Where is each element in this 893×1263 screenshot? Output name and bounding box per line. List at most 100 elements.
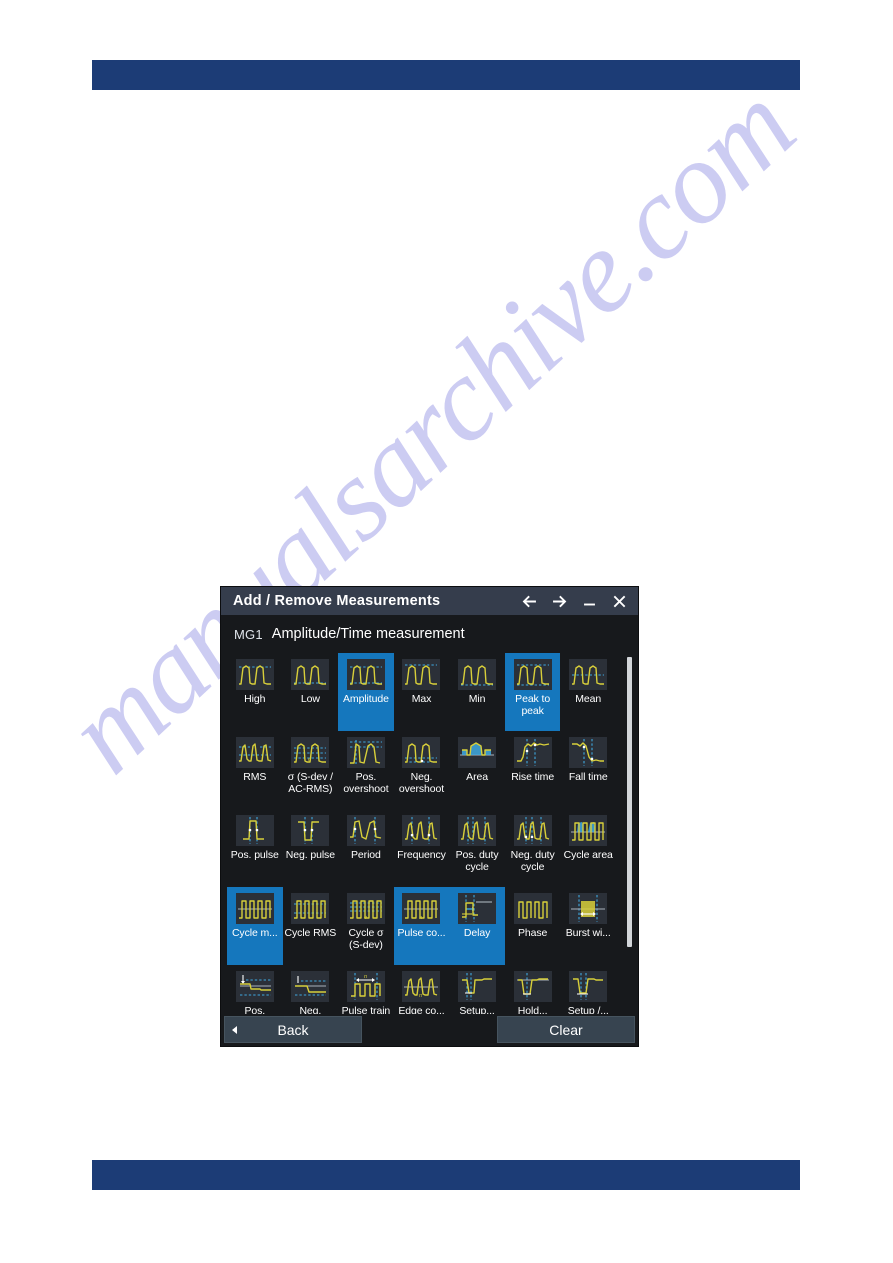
back-button[interactable]: Back bbox=[224, 1016, 362, 1043]
measurement-tile-label: Rise time bbox=[511, 771, 555, 783]
measurement-tile-label: Burst wi... bbox=[565, 927, 611, 939]
measurement-tile[interactable]: Max bbox=[394, 653, 450, 731]
measurement-tile[interactable]: n Pulse co... bbox=[393, 887, 450, 965]
measurement-tile-label: Cycle RMS bbox=[284, 927, 337, 939]
measurement-grid-container: High Low Amplitude Max Min Peak to peak Mean RM… bbox=[221, 651, 638, 1014]
setup-time-waveform-icon bbox=[458, 971, 497, 1002]
measurement-tile-label: Phase bbox=[517, 927, 548, 939]
delay-waveform-icon bbox=[458, 893, 497, 924]
measurement-tile-label: High bbox=[244, 693, 266, 705]
measurement-tile[interactable]: Neg. bbox=[283, 965, 339, 1014]
measurement-tile-label: Delay bbox=[463, 927, 491, 939]
back-triangle-icon bbox=[232, 1025, 237, 1034]
cycle-rms-waveform-icon bbox=[291, 893, 330, 924]
measurement-tile-label: Neg. pulse bbox=[285, 849, 335, 861]
max-waveform-icon bbox=[402, 659, 441, 690]
measurement-tile-label: Hold... bbox=[517, 1005, 548, 1014]
scrollbar-thumb[interactable] bbox=[627, 657, 632, 947]
measurement-tile-label: RMS bbox=[243, 771, 267, 783]
measurement-tile[interactable]: Pos. pulse bbox=[227, 809, 283, 887]
area-waveform-icon bbox=[458, 737, 497, 768]
pulse-train-waveform-icon: n bbox=[346, 971, 385, 1002]
measurement-tile-label: Neg. overshoot bbox=[398, 771, 445, 795]
measurement-tile[interactable]: Delay bbox=[449, 887, 505, 965]
measurement-tile[interactable]: Fall time bbox=[560, 731, 616, 809]
measurement-tile[interactable]: Peak to peak bbox=[504, 653, 561, 731]
measurement-grid-scrollbar[interactable] bbox=[627, 657, 632, 1006]
edge-count-waveform-icon: n bbox=[402, 971, 441, 1002]
measurement-tile[interactable]: Mean bbox=[560, 653, 616, 731]
measurement-tile-label: σ (S-dev / AC-RMS) bbox=[287, 771, 333, 795]
burst-width-waveform-icon bbox=[569, 893, 608, 924]
close-icon[interactable] bbox=[611, 593, 628, 610]
measurement-tile[interactable]: Burst wi... bbox=[560, 887, 616, 965]
measurement-tile[interactable]: Neg. overshoot bbox=[394, 731, 450, 809]
measurement-tile-label: Max bbox=[411, 693, 432, 705]
measurement-tile[interactable]: Neg. pulse bbox=[283, 809, 339, 887]
measurement-category-title: Amplitude/Time measurement bbox=[271, 626, 465, 642]
measurement-grid: High Low Amplitude Max Min Peak to peak Mean RM… bbox=[227, 653, 616, 1014]
measurement-tile[interactable]: Pos. bbox=[227, 965, 283, 1014]
setup-hold-waveform-icon bbox=[569, 971, 608, 1002]
rise-time-waveform-icon bbox=[513, 737, 552, 768]
back-button-label: Back bbox=[277, 1021, 309, 1038]
amplitude-waveform-icon bbox=[346, 659, 385, 690]
svg-text:n: n bbox=[364, 974, 367, 980]
measurement-tile-label: Mean bbox=[575, 693, 602, 705]
pos-settling-waveform-icon bbox=[235, 971, 274, 1002]
pos-overshoot-waveform-icon bbox=[346, 737, 385, 768]
measurement-tile-label: Pulse co... bbox=[397, 927, 446, 939]
measurement-tile-label: Edge co... bbox=[398, 1005, 445, 1014]
measurement-tile-label: Pos. duty cycle bbox=[455, 849, 499, 873]
rms-waveform-icon bbox=[235, 737, 274, 768]
measurement-tile[interactable]: Setup /... bbox=[560, 965, 616, 1014]
measurement-tile-label: Fall time bbox=[568, 771, 608, 783]
measurement-tile-label: Min bbox=[468, 693, 486, 705]
document-footer-bar bbox=[92, 1160, 800, 1190]
low-waveform-icon bbox=[291, 659, 330, 690]
measurement-tile[interactable]: Low bbox=[283, 653, 339, 731]
min-waveform-icon bbox=[458, 659, 497, 690]
clear-button-label: Clear bbox=[549, 1021, 583, 1038]
measurement-tile[interactable]: σ σ (S-dev / AC-RMS) bbox=[283, 731, 339, 809]
measurement-tile[interactable]: Min bbox=[449, 653, 505, 731]
measurement-tile[interactable]: n Pulse train bbox=[338, 965, 394, 1014]
measurement-tile[interactable]: Hold... bbox=[505, 965, 561, 1014]
measurement-tile[interactable]: f Frequency bbox=[394, 809, 450, 887]
measurement-tile[interactable]: σ Cycle σ (S-dev) bbox=[338, 887, 394, 965]
period-waveform-icon bbox=[346, 815, 385, 846]
minimize-icon[interactable] bbox=[581, 593, 598, 610]
add-remove-measurements-dialog: Add / Remove Measurements MG1 Amplitude/… bbox=[221, 587, 638, 1046]
measurement-tile[interactable]: Pos. overshoot bbox=[338, 731, 394, 809]
measurement-tile[interactable]: Rise time bbox=[505, 731, 561, 809]
measurement-tile[interactable]: Phase bbox=[505, 887, 561, 965]
measurement-tile[interactable]: RMS bbox=[227, 731, 283, 809]
measurement-tile[interactable]: Setup... bbox=[449, 965, 505, 1014]
measurement-tile[interactable]: Neg. duty cycle bbox=[505, 809, 561, 887]
clear-button[interactable]: Clear bbox=[497, 1016, 635, 1043]
measurement-tile[interactable]: Cycle RMS bbox=[283, 887, 339, 965]
measurement-tile[interactable]: Cycle m... bbox=[227, 887, 283, 965]
measurement-tile-label: Setup /... bbox=[567, 1005, 609, 1014]
pos-pulse-waveform-icon bbox=[235, 815, 274, 846]
measurement-tile[interactable]: Amplitude bbox=[338, 653, 394, 731]
measurement-tile-label: Peak to peak bbox=[515, 693, 551, 717]
peak-to-peak-waveform-icon bbox=[513, 659, 552, 690]
measurement-tile-label: Pos. pulse bbox=[230, 849, 279, 861]
measurement-tile[interactable]: Area bbox=[449, 731, 505, 809]
measurement-tile-label: Setup... bbox=[459, 1005, 495, 1014]
measurement-tile[interactable]: n Edge co... bbox=[394, 965, 450, 1014]
measurement-tile[interactable]: High bbox=[227, 653, 283, 731]
measurement-tile[interactable]: Cycle area bbox=[560, 809, 616, 887]
pos-duty-cycle-waveform-icon bbox=[458, 815, 497, 846]
measurement-tile[interactable]: Pos. duty cycle bbox=[449, 809, 505, 887]
titlebar-actions bbox=[521, 593, 628, 610]
measurement-group-header: MG1 Amplitude/Time measurement bbox=[221, 615, 638, 651]
back-arrow-icon[interactable] bbox=[521, 593, 538, 610]
measurement-tile[interactable]: Period bbox=[338, 809, 394, 887]
measurement-tile-label: Area bbox=[466, 771, 488, 783]
cycle-mean-waveform-icon bbox=[235, 893, 274, 924]
pulse-count-waveform-icon: n bbox=[402, 893, 441, 924]
forward-arrow-icon[interactable] bbox=[551, 593, 568, 610]
measurement-tile-label: Pos. bbox=[244, 1005, 266, 1014]
